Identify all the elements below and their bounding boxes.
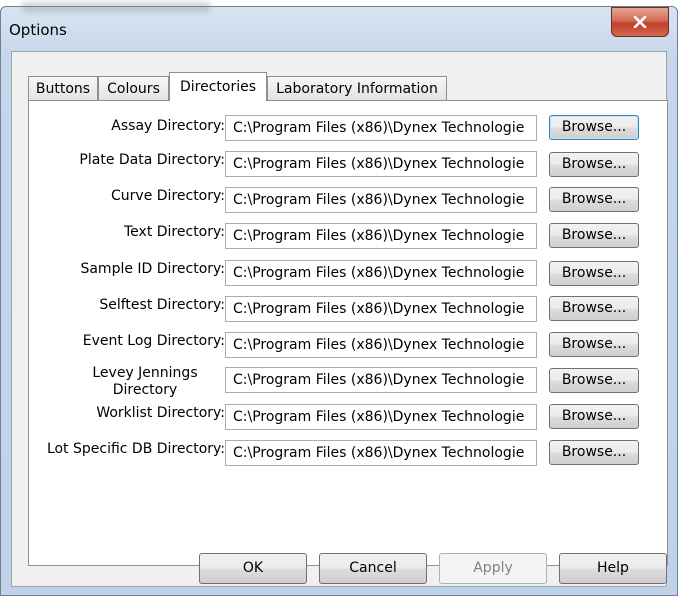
sample-id-browse-button[interactable]: Browse...: [549, 261, 639, 286]
directory-row-event-log: Event Log Directory: C:\Program Files (x…: [29, 330, 669, 360]
text-directory-field[interactable]: C:\Program Files (x86)\Dynex Technologie: [225, 223, 537, 249]
tab-directories[interactable]: Directories: [169, 72, 267, 101]
plate-data-browse-button[interactable]: Browse...: [549, 152, 639, 177]
tab-colours[interactable]: Colours: [98, 76, 169, 100]
event-log-browse-button[interactable]: Browse...: [549, 332, 639, 357]
ok-button[interactable]: OK: [199, 553, 307, 584]
dialog-client-area: Buttons Colours Directories Laboratory I…: [11, 51, 668, 587]
directories-panel: Assay Directory: C:\Program Files (x86)\…: [28, 100, 668, 566]
directory-row-selftest: Selftest Directory: C:\Program Files (x8…: [29, 294, 669, 324]
options-dialog: Options Buttons Colours Directories Labo…: [0, 2, 678, 596]
directory-row-assay: Assay Directory: C:\Program Files (x86)\…: [29, 113, 669, 143]
worklist-browse-button[interactable]: Browse...: [549, 404, 639, 429]
assay-directory-label: Assay Directory:: [111, 118, 225, 134]
assay-browse-button[interactable]: Browse...: [549, 115, 639, 140]
directory-row-sample-id: Sample ID Directory: C:\Program Files (x…: [29, 258, 669, 288]
text-browse-button[interactable]: Browse...: [549, 223, 639, 248]
apply-button[interactable]: Apply: [439, 553, 547, 584]
directory-row-lot-specific-db: Lot Specific DB Directory: C:\Program Fi…: [29, 437, 669, 467]
cancel-button[interactable]: Cancel: [319, 553, 427, 584]
sample-id-directory-label: Sample ID Directory:: [80, 261, 225, 277]
lot-specific-db-directory-label: Lot Specific DB Directory:: [46, 441, 225, 457]
worklist-directory-field[interactable]: C:\Program Files (x86)\Dynex Technologie: [225, 404, 537, 430]
event-log-directory-field[interactable]: C:\Program Files (x86)\Dynex Technologie: [225, 332, 537, 358]
selftest-directory-field[interactable]: C:\Program Files (x86)\Dynex Technologie: [225, 296, 537, 322]
directory-row-plate-data: Plate Data Directory: C:\Program Files (…: [29, 149, 669, 179]
directory-row-text: Text Directory: C:\Program Files (x86)\D…: [29, 221, 669, 251]
levey-jennings-directory-label: Levey Jennings Directory: [92, 365, 198, 398]
levey-jennings-directory-field[interactable]: C:\Program Files (x86)\Dynex Technologie: [225, 367, 537, 393]
plate-data-directory-label: Plate Data Directory:: [79, 152, 225, 168]
curve-directory-field[interactable]: C:\Program Files (x86)\Dynex Technologie: [225, 187, 537, 213]
help-button[interactable]: Help: [559, 553, 667, 584]
directory-row-levey-jennings: Levey Jennings Directory C:\Program File…: [29, 365, 669, 398]
lot-specific-db-directory-field[interactable]: C:\Program Files (x86)\Dynex Technologie: [225, 440, 537, 466]
directory-row-worklist: Worklist Directory: C:\Program Files (x8…: [29, 402, 669, 432]
close-icon: [633, 16, 647, 28]
tab-buttons[interactable]: Buttons: [28, 76, 98, 100]
selftest-browse-button[interactable]: Browse...: [549, 296, 639, 321]
window-title: Options: [9, 21, 67, 39]
worklist-directory-label: Worklist Directory:: [96, 405, 225, 421]
event-log-directory-label: Event Log Directory:: [82, 333, 225, 349]
tab-laboratory-information[interactable]: Laboratory Information: [267, 76, 447, 100]
close-button[interactable]: [611, 7, 669, 37]
text-directory-label: Text Directory:: [124, 224, 225, 240]
selftest-directory-label: Selftest Directory:: [99, 297, 225, 313]
assay-directory-field[interactable]: C:\Program Files (x86)\Dynex Technologie: [225, 115, 537, 141]
curve-browse-button[interactable]: Browse...: [549, 187, 639, 212]
curve-directory-label: Curve Directory:: [111, 188, 225, 204]
levey-jennings-browse-button[interactable]: Browse...: [549, 368, 639, 393]
directory-row-curve: Curve Directory: C:\Program Files (x86)\…: [29, 185, 669, 215]
lot-specific-db-browse-button[interactable]: Browse...: [549, 440, 639, 465]
blurred-title-region: [21, 2, 211, 12]
sample-id-directory-field[interactable]: C:\Program Files (x86)\Dynex Technologie: [225, 260, 537, 286]
plate-data-directory-field[interactable]: C:\Program Files (x86)\Dynex Technologie: [225, 151, 537, 177]
